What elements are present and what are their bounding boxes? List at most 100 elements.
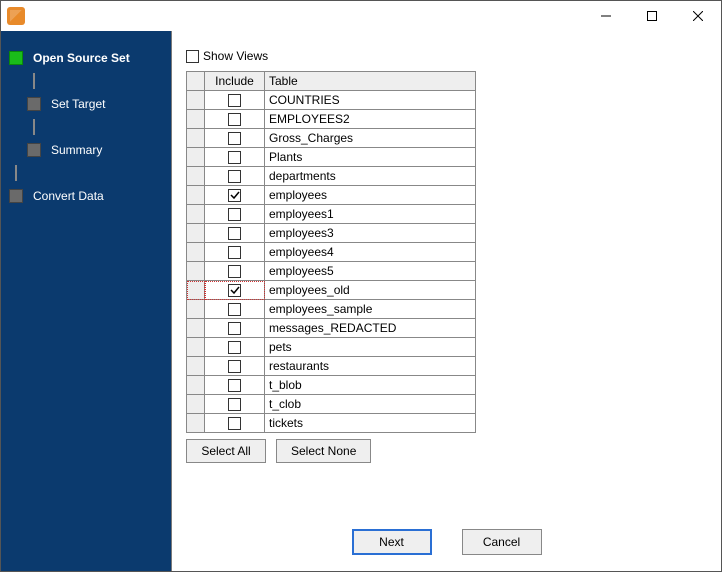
table-row[interactable]: tickets bbox=[187, 414, 476, 433]
include-cell[interactable] bbox=[205, 129, 265, 148]
col-table[interactable]: Table bbox=[265, 72, 476, 91]
include-checkbox[interactable] bbox=[228, 284, 241, 297]
table-name-cell[interactable]: employees4 bbox=[265, 243, 476, 262]
maximize-button[interactable] bbox=[629, 1, 675, 31]
include-cell[interactable] bbox=[205, 376, 265, 395]
table-row[interactable]: pets bbox=[187, 338, 476, 357]
include-checkbox[interactable] bbox=[228, 170, 241, 183]
table-name-cell[interactable]: COUNTRIES bbox=[265, 91, 476, 110]
row-header bbox=[187, 186, 205, 205]
include-cell[interactable] bbox=[205, 281, 265, 300]
table-name-cell[interactable]: Gross_Charges bbox=[265, 129, 476, 148]
table-row[interactable]: COUNTRIES bbox=[187, 91, 476, 110]
include-checkbox[interactable] bbox=[228, 322, 241, 335]
table-name-cell[interactable]: employees5 bbox=[265, 262, 476, 281]
include-cell[interactable] bbox=[205, 243, 265, 262]
include-checkbox[interactable] bbox=[228, 208, 241, 221]
table-name-cell[interactable]: EMPLOYEES2 bbox=[265, 110, 476, 129]
select-all-button[interactable]: Select All bbox=[186, 439, 266, 463]
wizard-step[interactable]: Set Target bbox=[27, 89, 163, 119]
close-button[interactable] bbox=[675, 1, 721, 31]
table-name-cell[interactable]: pets bbox=[265, 338, 476, 357]
include-checkbox[interactable] bbox=[228, 94, 241, 107]
include-checkbox[interactable] bbox=[228, 151, 241, 164]
minimize-button[interactable] bbox=[583, 1, 629, 31]
include-checkbox[interactable] bbox=[228, 398, 241, 411]
table-row[interactable]: employees_sample bbox=[187, 300, 476, 319]
row-header bbox=[187, 205, 205, 224]
include-checkbox[interactable] bbox=[228, 379, 241, 392]
table-row[interactable]: t_clob bbox=[187, 395, 476, 414]
table-name-cell[interactable]: employees bbox=[265, 186, 476, 205]
wizard-step[interactable]: Open Source Set bbox=[9, 43, 163, 73]
include-cell[interactable] bbox=[205, 148, 265, 167]
row-header bbox=[187, 224, 205, 243]
table-name-cell[interactable]: t_clob bbox=[265, 395, 476, 414]
footer-buttons: Next Cancel bbox=[180, 519, 713, 563]
include-checkbox[interactable] bbox=[228, 265, 241, 278]
table-row[interactable]: EMPLOYEES2 bbox=[187, 110, 476, 129]
include-checkbox[interactable] bbox=[228, 417, 241, 430]
table-name-cell[interactable]: employees_sample bbox=[265, 300, 476, 319]
table-row[interactable]: employees bbox=[187, 186, 476, 205]
table-name-cell[interactable]: employees1 bbox=[265, 205, 476, 224]
corner-cell bbox=[187, 72, 205, 91]
row-header bbox=[187, 91, 205, 110]
row-header bbox=[187, 414, 205, 433]
include-cell[interactable] bbox=[205, 319, 265, 338]
table-row[interactable]: employees3 bbox=[187, 224, 476, 243]
table-row[interactable]: employees4 bbox=[187, 243, 476, 262]
step-label: Summary bbox=[51, 143, 102, 157]
table-name-cell[interactable]: restaurants bbox=[265, 357, 476, 376]
table-name-cell[interactable]: t_blob bbox=[265, 376, 476, 395]
table-name-cell[interactable]: Plants bbox=[265, 148, 476, 167]
table-row[interactable]: t_blob bbox=[187, 376, 476, 395]
step-node-icon bbox=[9, 189, 23, 203]
next-button[interactable]: Next bbox=[352, 529, 432, 555]
wizard-step[interactable]: Convert Data bbox=[9, 181, 163, 211]
table-name-cell[interactable]: departments bbox=[265, 167, 476, 186]
table-name-cell[interactable]: employees3 bbox=[265, 224, 476, 243]
include-checkbox[interactable] bbox=[228, 132, 241, 145]
include-cell[interactable] bbox=[205, 186, 265, 205]
show-views-row: Show Views bbox=[180, 39, 713, 69]
wizard-sidebar: Open Source Set Set Target Summary Convert … bbox=[1, 31, 171, 571]
include-checkbox[interactable] bbox=[228, 341, 241, 354]
include-checkbox[interactable] bbox=[228, 189, 241, 202]
include-cell[interactable] bbox=[205, 300, 265, 319]
include-cell[interactable] bbox=[205, 395, 265, 414]
include-checkbox[interactable] bbox=[228, 360, 241, 373]
col-include[interactable]: Include bbox=[205, 72, 265, 91]
table-row[interactable]: departments bbox=[187, 167, 476, 186]
table-header: Include Table bbox=[187, 72, 476, 91]
include-checkbox[interactable] bbox=[228, 303, 241, 316]
table-row[interactable]: employees5 bbox=[187, 262, 476, 281]
selection-buttons: Select All Select None bbox=[180, 433, 713, 469]
include-cell[interactable] bbox=[205, 205, 265, 224]
row-header bbox=[187, 395, 205, 414]
include-cell[interactable] bbox=[205, 357, 265, 376]
include-cell[interactable] bbox=[205, 91, 265, 110]
include-checkbox[interactable] bbox=[228, 113, 241, 126]
include-cell[interactable] bbox=[205, 338, 265, 357]
table-name-cell[interactable]: employees_old bbox=[265, 281, 476, 300]
include-cell[interactable] bbox=[205, 224, 265, 243]
table-name-cell[interactable]: messages_REDACTED bbox=[265, 319, 476, 338]
table-row[interactable]: Gross_Charges bbox=[187, 129, 476, 148]
cancel-button[interactable]: Cancel bbox=[462, 529, 542, 555]
include-cell[interactable] bbox=[205, 414, 265, 433]
include-cell[interactable] bbox=[205, 110, 265, 129]
wizard-step[interactable]: Summary bbox=[27, 135, 163, 165]
show-views-checkbox[interactable]: Show Views bbox=[186, 49, 713, 63]
select-none-button[interactable]: Select None bbox=[276, 439, 371, 463]
table-row[interactable]: employees1 bbox=[187, 205, 476, 224]
include-cell[interactable] bbox=[205, 262, 265, 281]
table-row[interactable]: messages_REDACTED bbox=[187, 319, 476, 338]
table-row[interactable]: restaurants bbox=[187, 357, 476, 376]
table-row[interactable]: employees_old bbox=[187, 281, 476, 300]
table-name-cell[interactable]: tickets bbox=[265, 414, 476, 433]
include-checkbox[interactable] bbox=[228, 246, 241, 259]
include-checkbox[interactable] bbox=[228, 227, 241, 240]
include-cell[interactable] bbox=[205, 167, 265, 186]
table-row[interactable]: Plants bbox=[187, 148, 476, 167]
